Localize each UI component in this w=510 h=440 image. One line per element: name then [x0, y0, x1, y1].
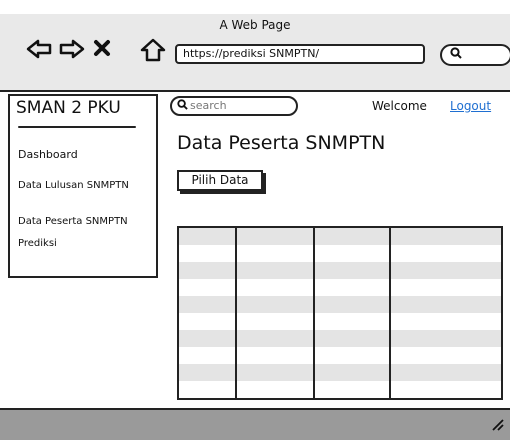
table-row — [179, 347, 501, 364]
home-icon[interactable] — [140, 38, 166, 67]
table-row — [179, 262, 501, 279]
table-column-divider — [235, 228, 237, 398]
resize-handle-icon[interactable] — [490, 416, 504, 435]
sidebar: SMAN 2 PKU Dashboard Data Lulusan SNMPTN… — [8, 94, 158, 278]
main-content: search Welcome Logout Data Peserta SNMPT… — [165, 92, 510, 408]
brand-underline — [18, 126, 136, 128]
page-body: SMAN 2 PKU Dashboard Data Lulusan SNMPTN… — [0, 92, 510, 408]
data-table — [177, 226, 503, 400]
table-column-divider — [313, 228, 315, 398]
browser-window: A Web Page https://prediksi SNMPTN/ SMAN… — [0, 14, 510, 440]
table-column-divider — [389, 228, 391, 398]
status-bar — [0, 408, 510, 440]
search-icon — [450, 47, 462, 62]
table-row — [179, 279, 501, 296]
back-arrow-icon[interactable] — [26, 38, 54, 65]
browser-chrome: A Web Page https://prediksi SNMPTN/ — [0, 14, 510, 92]
browser-search-button[interactable] — [440, 44, 510, 66]
table-row — [179, 381, 501, 398]
brand-title: SMAN 2 PKU — [16, 98, 121, 118]
table-row — [179, 364, 501, 381]
table-header-row — [179, 228, 501, 245]
search-placeholder: search — [190, 99, 227, 112]
window-title: A Web Page — [219, 18, 291, 32]
search-input[interactable]: search — [170, 96, 298, 116]
top-strip — [0, 0, 510, 14]
sidebar-item-data-lulusan[interactable]: Data Lulusan SNMPTN — [18, 180, 129, 191]
forward-arrow-icon[interactable] — [57, 38, 85, 65]
table-row — [179, 330, 501, 347]
logout-link[interactable]: Logout — [450, 99, 491, 113]
table-row — [179, 296, 501, 313]
sidebar-item-data-peserta[interactable]: Data Peserta SNMPTN — [18, 216, 128, 227]
search-icon — [177, 99, 188, 115]
sidebar-item-prediksi[interactable]: Prediksi — [18, 238, 57, 249]
table-row — [179, 313, 501, 330]
sidebar-item-dashboard[interactable]: Dashboard — [18, 148, 78, 161]
close-icon[interactable] — [93, 39, 111, 62]
address-bar[interactable]: https://prediksi SNMPTN/ — [175, 44, 425, 64]
table-row — [179, 245, 501, 262]
page-title: Data Peserta SNMPTN — [177, 132, 386, 154]
welcome-text: Welcome — [372, 99, 427, 113]
pilih-data-button[interactable]: Pilih Data — [177, 170, 263, 191]
